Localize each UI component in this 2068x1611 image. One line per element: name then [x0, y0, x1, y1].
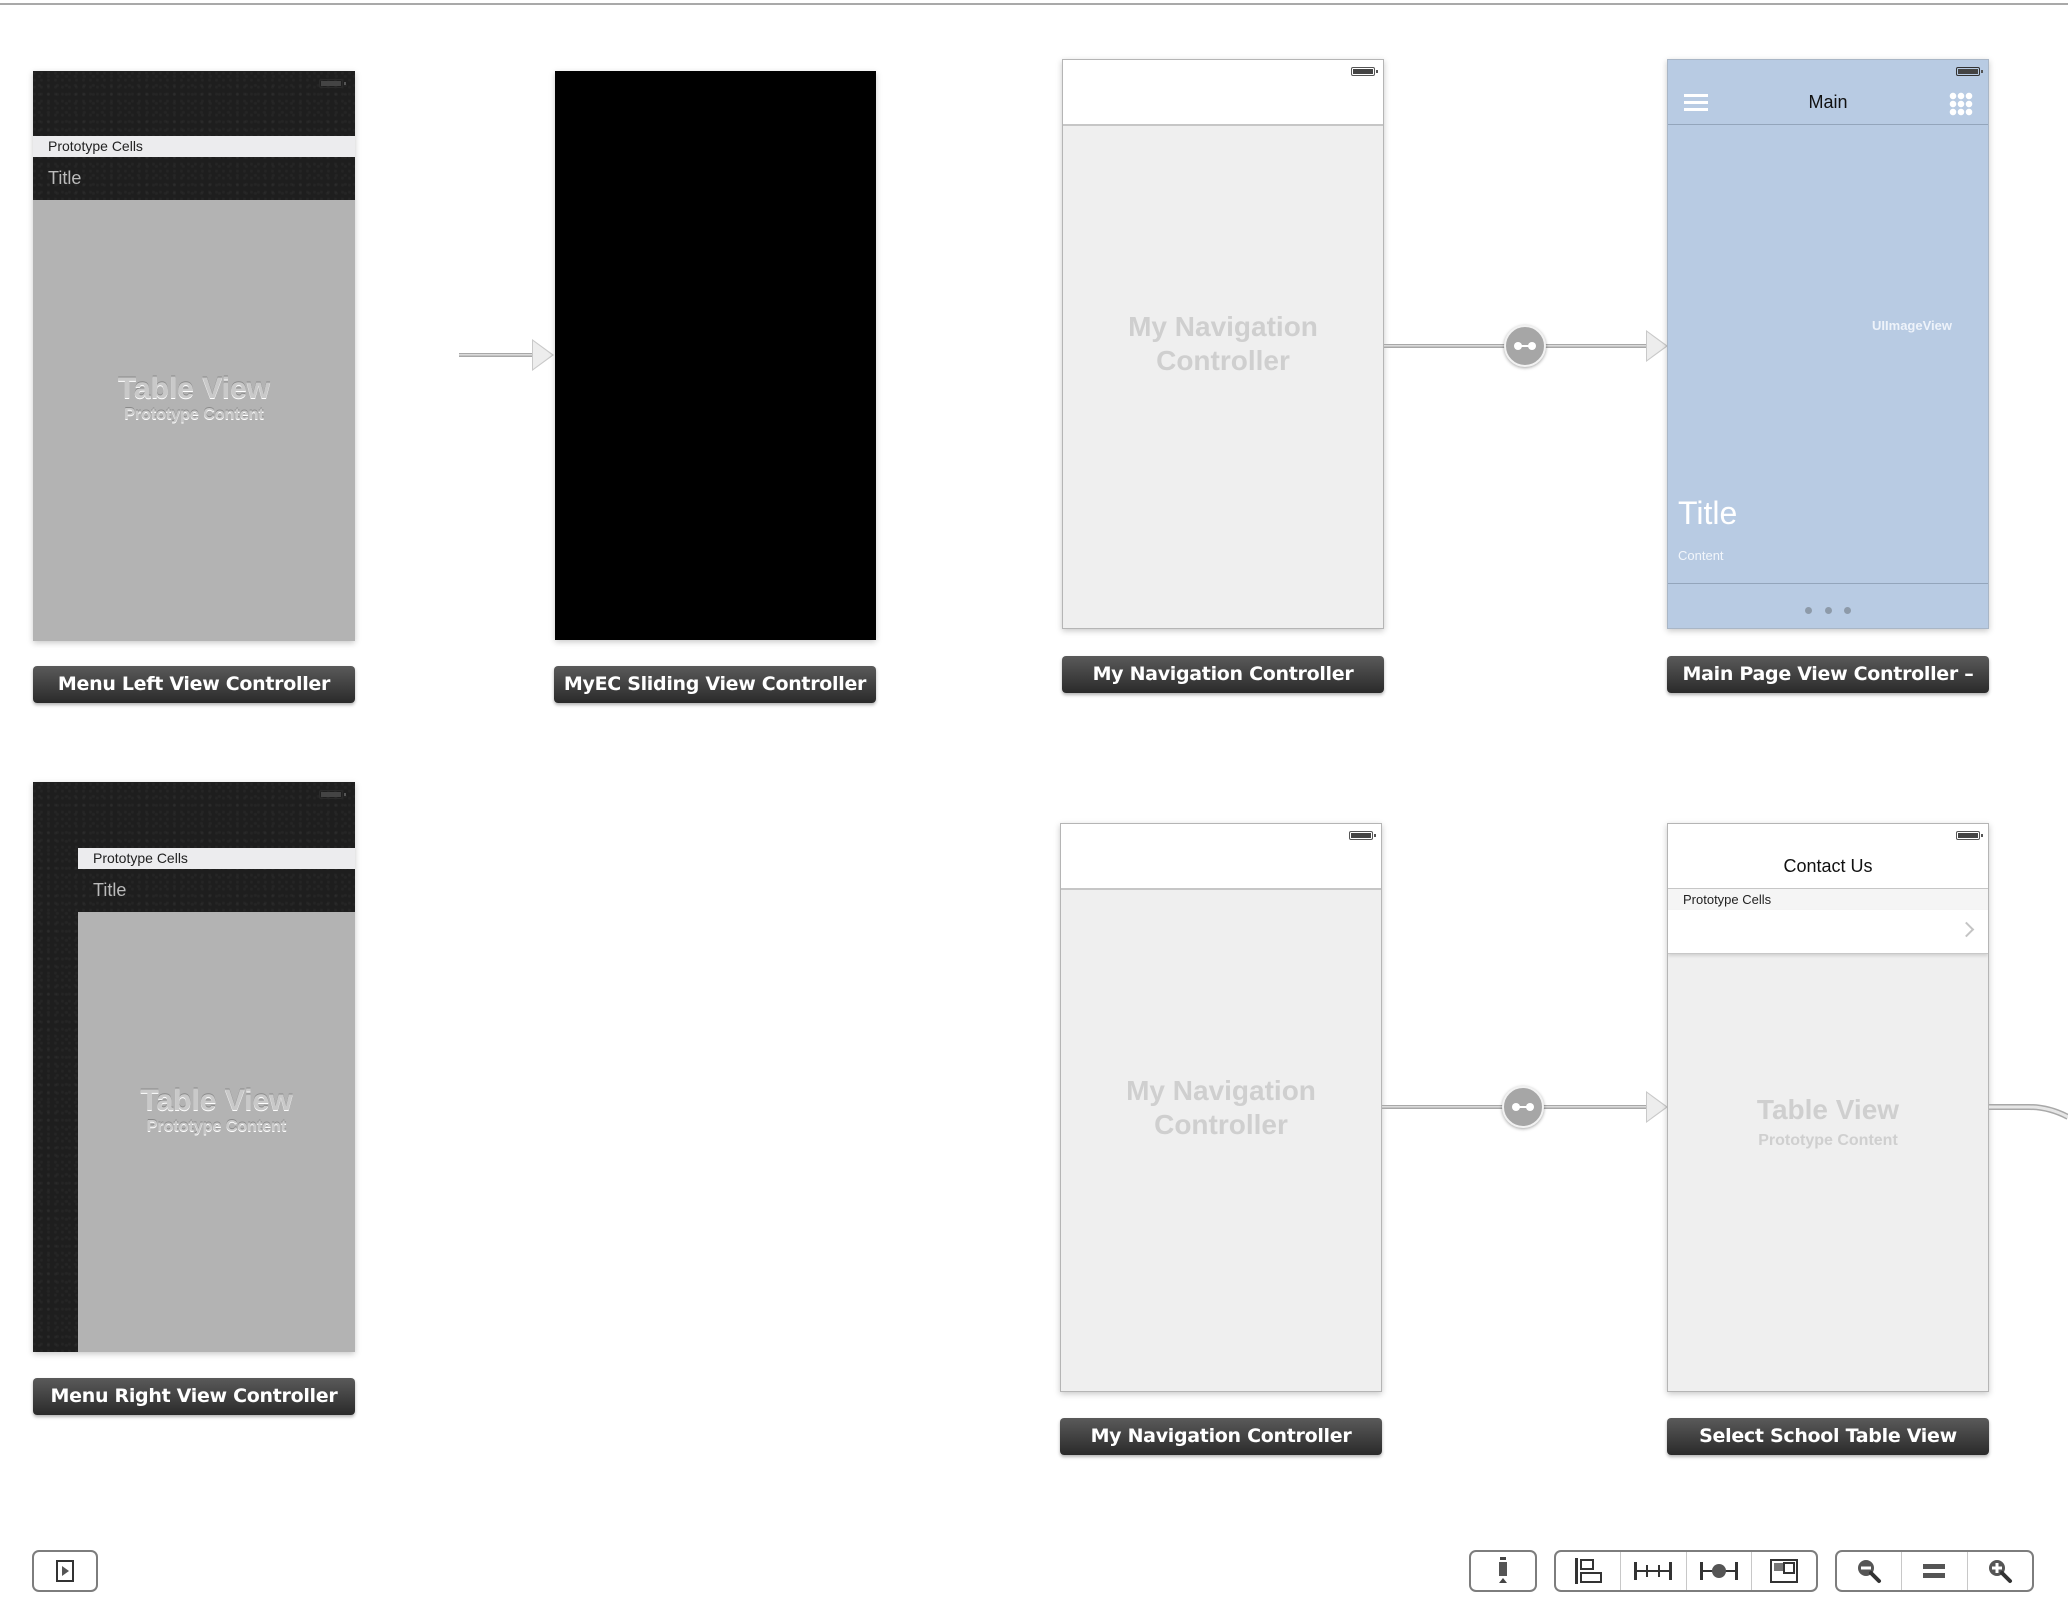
nav-bar-divider	[1668, 124, 1988, 125]
battery-icon	[319, 790, 346, 799]
relationship-segue-icon[interactable]	[1502, 1086, 1544, 1128]
image-view-label: UIImageView	[1872, 318, 1952, 333]
scene-label-menu-right[interactable]: Menu Right View Controller	[33, 1378, 355, 1415]
scene-main-page[interactable]: Main UIImageView Title Content	[1667, 59, 1989, 629]
table-view[interactable]: Table View Prototype Content	[78, 912, 355, 1352]
prototype-cells-header: Prototype Cells	[1668, 889, 1988, 910]
table-view[interactable]: Table View Prototype Content	[33, 200, 355, 641]
zoom-out-button[interactable]	[1837, 1552, 1901, 1590]
simulated-metrics-toggle-icon	[56, 1560, 74, 1582]
zoom-in-button[interactable]	[1966, 1552, 2032, 1590]
prototype-cell[interactable]	[1668, 910, 1988, 954]
resolve-constraints-icon	[1499, 1557, 1507, 1583]
scene-menu-left[interactable]: Prototype Cells Title Table View Prototy…	[33, 71, 355, 641]
scene-label-sliding[interactable]: MyEC Sliding View Controller	[554, 666, 876, 703]
prototype-cells-header: Prototype Cells	[33, 136, 355, 157]
page-content: Content	[1678, 548, 1724, 563]
navigation-bar: Contact Us	[1668, 824, 1988, 889]
table-view-placeholder-title: Table View	[117, 372, 271, 405]
zoom-out-icon	[1858, 1560, 1882, 1583]
scene-navigation-controller-top[interactable]: My Navigation Controller	[1062, 59, 1384, 629]
prototype-cells-header: Prototype Cells	[78, 848, 355, 869]
scene-label-menu-left[interactable]: Menu Left View Controller	[33, 666, 355, 703]
nav-title: Main	[1808, 92, 1848, 112]
page-title: Title	[1678, 495, 1738, 531]
pin-icon	[1634, 1562, 1673, 1580]
autolayout-group[interactable]	[1554, 1550, 1818, 1592]
page-control[interactable]	[1668, 607, 1988, 614]
battery-icon	[1351, 67, 1378, 76]
page-dot	[1824, 607, 1832, 614]
table-view-placeholder-subtitle: Prototype Content	[1758, 1132, 1898, 1149]
zoom-in-icon	[1988, 1560, 2012, 1583]
placeholder-line2: Controller	[1156, 345, 1290, 376]
scene-label-nav-bottom[interactable]: My Navigation Controller	[1060, 1418, 1382, 1455]
cell-title[interactable]: Title	[33, 157, 355, 200]
navigation-bar	[1061, 824, 1381, 890]
scene-sliding-view-controller[interactable]	[555, 71, 876, 640]
cell-title[interactable]: Title	[78, 869, 355, 912]
zoom-actual-size-icon	[1923, 1564, 1946, 1578]
resolve-autolayout-issues-icon	[1699, 1562, 1738, 1580]
battery-icon	[1956, 67, 1983, 76]
nav-title: Contact Us	[1783, 856, 1873, 876]
scene-menu-right[interactable]: Prototype Cells Title Table View Prototy…	[33, 782, 355, 1352]
initial-view-controller-arrow[interactable]	[459, 353, 535, 357]
align-icon	[1575, 1558, 1603, 1584]
scene-navigation-controller-bottom[interactable]: My Navigation Controller	[1060, 823, 1382, 1392]
align-button[interactable]	[1556, 1552, 1620, 1590]
zoom-group[interactable]	[1835, 1550, 2034, 1592]
battery-icon	[319, 79, 346, 88]
table-view-placeholder-title: Table View	[1756, 1094, 1900, 1125]
scene-select-school[interactable]: Contact Us Prototype Cells Table View Pr…	[1667, 823, 1989, 1392]
placeholder-line2: Controller	[1154, 1109, 1288, 1140]
page-dot	[1843, 607, 1851, 614]
resolve-issues-button[interactable]	[1685, 1552, 1751, 1590]
relationship-segue-icon[interactable]	[1504, 325, 1546, 367]
simulated-metrics-toggle-button[interactable]	[32, 1550, 98, 1592]
navigation-bar	[1063, 60, 1383, 126]
grid-apps-icon[interactable]	[1949, 92, 1973, 116]
arrowhead-fill	[1647, 1093, 1666, 1121]
resizing-behavior-icon	[1769, 1559, 1798, 1583]
battery-icon	[1956, 831, 1983, 840]
page-divider	[1668, 583, 1988, 584]
pin-button[interactable]	[1620, 1552, 1685, 1590]
resizing-behavior-button[interactable]	[1750, 1552, 1816, 1590]
table-view-placeholder-subtitle: Prototype Content	[146, 1118, 287, 1135]
segue-line-outgoing[interactable]	[1989, 1095, 2068, 1135]
zoom-actual-size-button[interactable]	[1901, 1552, 1966, 1590]
arrowhead-fill	[1647, 332, 1666, 360]
placeholder-line1: My Navigation	[1126, 1075, 1316, 1106]
placeholder-line1: My Navigation	[1128, 311, 1318, 342]
scene-label-nav-top[interactable]: My Navigation Controller	[1062, 656, 1384, 693]
battery-icon	[1349, 831, 1376, 840]
scene-label-select-school[interactable]: Select School Table View	[1667, 1418, 1989, 1455]
scene-label-main-page[interactable]: Main Page View Controller –	[1667, 656, 1989, 693]
table-view-placeholder-title: Table View	[140, 1084, 293, 1117]
arrowhead-fill	[533, 341, 552, 369]
page-dot	[1805, 607, 1813, 614]
table-view-placeholder-subtitle: Prototype Content	[124, 406, 264, 423]
canvas-top-border	[0, 0, 2068, 5]
disclosure-chevron-icon	[1958, 921, 1975, 938]
resolve-constraints-group[interactable]	[1469, 1550, 1537, 1592]
